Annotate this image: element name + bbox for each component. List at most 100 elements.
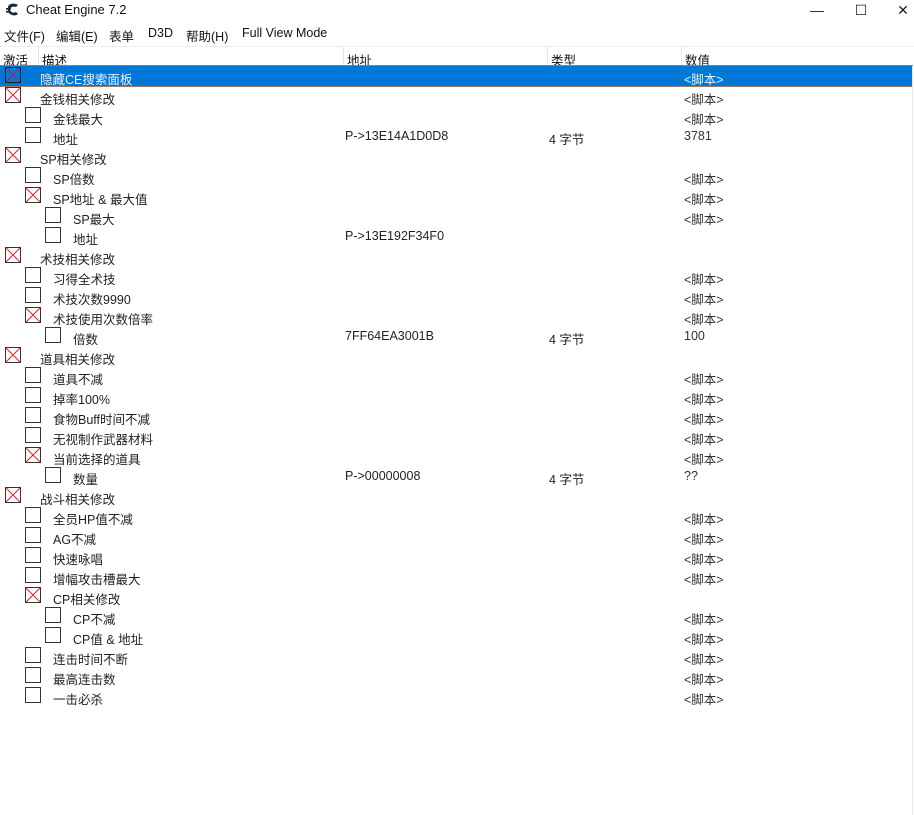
table-row[interactable]: 增幅攻击槽最大 <脚本> (0, 566, 912, 587)
row-value: 100 (684, 329, 705, 343)
table-row[interactable]: 地址 P->13E192F34F0 (0, 226, 912, 247)
active-checkbox[interactable] (25, 447, 41, 463)
table-row[interactable]: 术技次数9990 <脚本> (0, 286, 912, 307)
active-checkbox[interactable] (25, 167, 41, 183)
title-bar: Cheat Engine 7.2 — ☐ ✕ (0, 0, 914, 22)
maximize-button[interactable]: ☐ (838, 0, 884, 20)
active-checkbox[interactable] (25, 127, 41, 143)
table-row[interactable]: 术技使用次数倍率 <脚本> (0, 306, 912, 327)
table-row[interactable]: 道具不减 <脚本> (0, 366, 912, 387)
menu-edit[interactable]: 编辑(E) (56, 26, 98, 45)
table-row[interactable]: 最高连击数 <脚本> (0, 666, 912, 687)
menu-table[interactable]: 表单 (109, 26, 134, 45)
cross-check-icon (6, 68, 20, 82)
active-checkbox[interactable] (25, 527, 41, 543)
table-row[interactable]: 连击时间不断 <脚本> (0, 646, 912, 667)
active-checkbox[interactable] (45, 607, 61, 623)
table-row[interactable]: 隐藏CE搜索面板 <脚本> (0, 65, 913, 87)
cross-check-icon (26, 588, 40, 602)
row-value: <脚本> (684, 693, 724, 707)
minimize-button[interactable]: — (794, 0, 840, 20)
active-checkbox[interactable] (25, 187, 41, 203)
table-row[interactable]: AG不减 <脚本> (0, 526, 912, 547)
table-row[interactable]: 金钱最大 <脚本> (0, 106, 912, 127)
cross-check-icon (6, 248, 20, 262)
active-checkbox[interactable] (5, 147, 21, 163)
table-row[interactable]: SP倍数 <脚本> (0, 166, 912, 187)
menu-file[interactable]: 文件(F) (4, 26, 45, 45)
table-row[interactable]: 当前选择的道具 <脚本> (0, 446, 912, 467)
active-checkbox[interactable] (25, 687, 41, 703)
active-checkbox[interactable] (25, 567, 41, 583)
row-address: 7FF64EA3001B (345, 329, 434, 343)
column-divider[interactable] (681, 47, 682, 67)
table-row[interactable]: 快速咏唱 <脚本> (0, 546, 912, 567)
table-row[interactable]: CP相关修改 (0, 586, 912, 607)
cross-check-icon (26, 188, 40, 202)
menu-d3d[interactable]: D3D (148, 26, 173, 40)
column-divider[interactable] (38, 47, 39, 67)
active-checkbox[interactable] (45, 207, 61, 223)
row-address: P->13E192F34F0 (345, 229, 445, 243)
row-address: P->13E14A1D0D8 (345, 129, 449, 143)
active-checkbox[interactable] (25, 367, 41, 383)
table-row[interactable]: 道具相关修改 (0, 346, 912, 367)
active-checkbox[interactable] (5, 87, 21, 103)
table-row[interactable]: 术技相关修改 (0, 246, 912, 267)
active-checkbox[interactable] (5, 67, 21, 83)
table-row[interactable]: CP值 & 地址 <脚本> (0, 626, 912, 647)
table-row[interactable]: SP地址 & 最大值 <脚本> (0, 186, 912, 207)
cross-check-icon (26, 308, 40, 322)
active-checkbox[interactable] (25, 407, 41, 423)
active-checkbox[interactable] (25, 107, 41, 123)
active-checkbox[interactable] (45, 627, 61, 643)
active-checkbox[interactable] (25, 387, 41, 403)
list-border (912, 66, 913, 815)
active-checkbox[interactable] (5, 487, 21, 503)
active-checkbox[interactable] (25, 507, 41, 523)
active-checkbox[interactable] (45, 467, 61, 483)
table-row[interactable]: 数量 P->00000008 4 字节?? (0, 466, 912, 487)
active-checkbox[interactable] (25, 547, 41, 563)
cross-check-icon (6, 88, 20, 102)
active-checkbox[interactable] (5, 347, 21, 363)
table-row[interactable]: 倍数 7FF64EA3001B 4 字节 100 (0, 326, 912, 347)
table-row[interactable]: SP相关修改 (0, 146, 912, 167)
table-row[interactable]: 金钱相关修改 <脚本> (0, 86, 912, 107)
active-checkbox[interactable] (25, 287, 41, 303)
close-button[interactable]: ✕ (880, 0, 914, 20)
table-row[interactable]: CP不减 <脚本> (0, 606, 912, 627)
active-checkbox[interactable] (25, 587, 41, 603)
close-icon: ✕ (897, 1, 909, 18)
table-row[interactable]: 掉率100% <脚本> (0, 386, 912, 407)
table-row[interactable]: SP最大 <脚本> (0, 206, 912, 227)
window-title: Cheat Engine 7.2 (26, 2, 127, 17)
cheat-engine-logo-icon (6, 3, 18, 16)
table-row[interactable]: 地址 P->13E14A1D0D8 4 字节 3781 (0, 126, 912, 147)
table-row[interactable]: 战斗相关修改 (0, 486, 912, 507)
active-checkbox[interactable] (25, 267, 41, 283)
table-row[interactable]: 无视制作武器材料 <脚本> (0, 426, 912, 447)
cross-check-icon (6, 348, 20, 362)
column-divider[interactable] (343, 47, 344, 67)
table-row[interactable]: 习得全术技 <脚本> (0, 266, 912, 287)
column-divider[interactable] (547, 47, 548, 67)
active-checkbox[interactable] (5, 247, 21, 263)
row-address: P->00000008 (345, 469, 421, 483)
active-checkbox[interactable] (45, 227, 61, 243)
row-value: ?? (684, 469, 698, 483)
table-row[interactable]: 食物Buff时间不减 <脚本> (0, 406, 912, 427)
active-checkbox[interactable] (25, 667, 41, 683)
active-checkbox[interactable] (25, 427, 41, 443)
menu-full-view-mode[interactable]: Full View Mode (242, 26, 327, 40)
maximize-icon: ☐ (854, 1, 868, 18)
active-checkbox[interactable] (25, 647, 41, 663)
active-checkbox[interactable] (45, 327, 61, 343)
cross-check-icon (6, 488, 20, 502)
active-checkbox[interactable] (25, 307, 41, 323)
menu-help[interactable]: 帮助(H) (186, 26, 228, 45)
table-row[interactable]: 一击必杀 <脚本> (0, 686, 912, 707)
table-row[interactable]: 全员HP值不减 <脚本> (0, 506, 912, 527)
cross-check-icon (6, 148, 20, 162)
cross-check-icon (26, 448, 40, 462)
